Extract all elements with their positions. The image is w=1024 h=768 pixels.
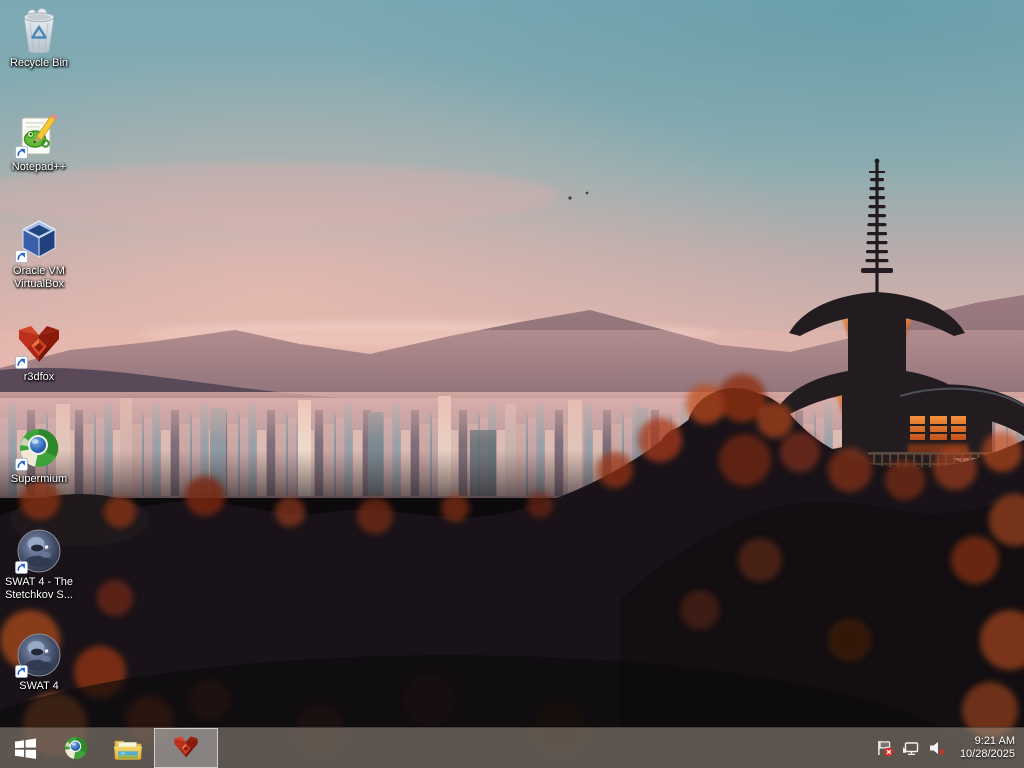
windows-logo-icon	[14, 737, 37, 760]
speaker-muted-icon[interactable]	[928, 739, 946, 757]
shortcut-arrow-icon	[15, 146, 28, 159]
taskbar-button-r3dfox-active[interactable]	[154, 728, 218, 768]
supermium-icon	[62, 734, 90, 762]
wallpaper-kyoto-pagoda	[0, 0, 1024, 768]
clock-time: 9:21 AM	[974, 735, 1015, 747]
start-button[interactable]	[0, 728, 50, 768]
system-tray: 9:21 AM 10/28/2025	[876, 728, 1024, 768]
icon-label: r3dfox	[23, 371, 55, 383]
shortcut-arrow-icon	[15, 356, 28, 369]
icon-label: Notepad++	[11, 161, 67, 173]
desktop: Recycle Bin Notepad++ Oracle VM VirtualB…	[0, 0, 1024, 768]
icon-label: SWAT 4 - The Stetchkov S...	[4, 576, 74, 601]
taskbar-button-supermium[interactable]	[50, 728, 102, 768]
icon-label: Oracle VM VirtualBox	[13, 265, 65, 290]
taskbar-button-file-explorer[interactable]	[102, 728, 154, 768]
clock-date: 10/28/2025	[959, 748, 1015, 760]
icon-label: Supermium	[10, 473, 68, 485]
r3dfox-icon	[172, 734, 200, 762]
shortcut-arrow-icon	[15, 250, 28, 263]
shortcut-arrow-icon	[15, 561, 28, 574]
taskbar-clock[interactable]: 9:21 AM 10/28/2025	[960, 735, 1015, 761]
desktop-icon-notepad-plus-plus[interactable]: Notepad++	[1, 112, 77, 174]
action-center-flag-icon[interactable]	[876, 739, 894, 757]
icon-label: SWAT 4	[19, 680, 59, 692]
desktop-icon-swat4[interactable]: SWAT 4	[1, 631, 77, 693]
shortcut-arrow-icon	[15, 458, 28, 471]
desktop-icon-supermium[interactable]: Supermium	[1, 424, 77, 486]
desktop-icon-r3dfox[interactable]: r3dfox	[1, 322, 77, 384]
taskbar: 9:21 AM 10/28/2025	[0, 727, 1024, 768]
network-monitor-icon[interactable]	[902, 739, 920, 757]
folder-icon	[113, 735, 143, 762]
desktop-icon-swat4-stetchkov[interactable]: SWAT 4 - The Stetchkov S...	[1, 527, 77, 602]
icon-label: Recycle Bin	[9, 57, 69, 69]
recycle-bin-icon	[15, 8, 63, 56]
shortcut-arrow-icon	[15, 665, 28, 678]
desktop-icon-virtualbox[interactable]: Oracle VM VirtualBox	[1, 216, 77, 291]
desktop-icon-recycle-bin[interactable]: Recycle Bin	[1, 8, 77, 70]
